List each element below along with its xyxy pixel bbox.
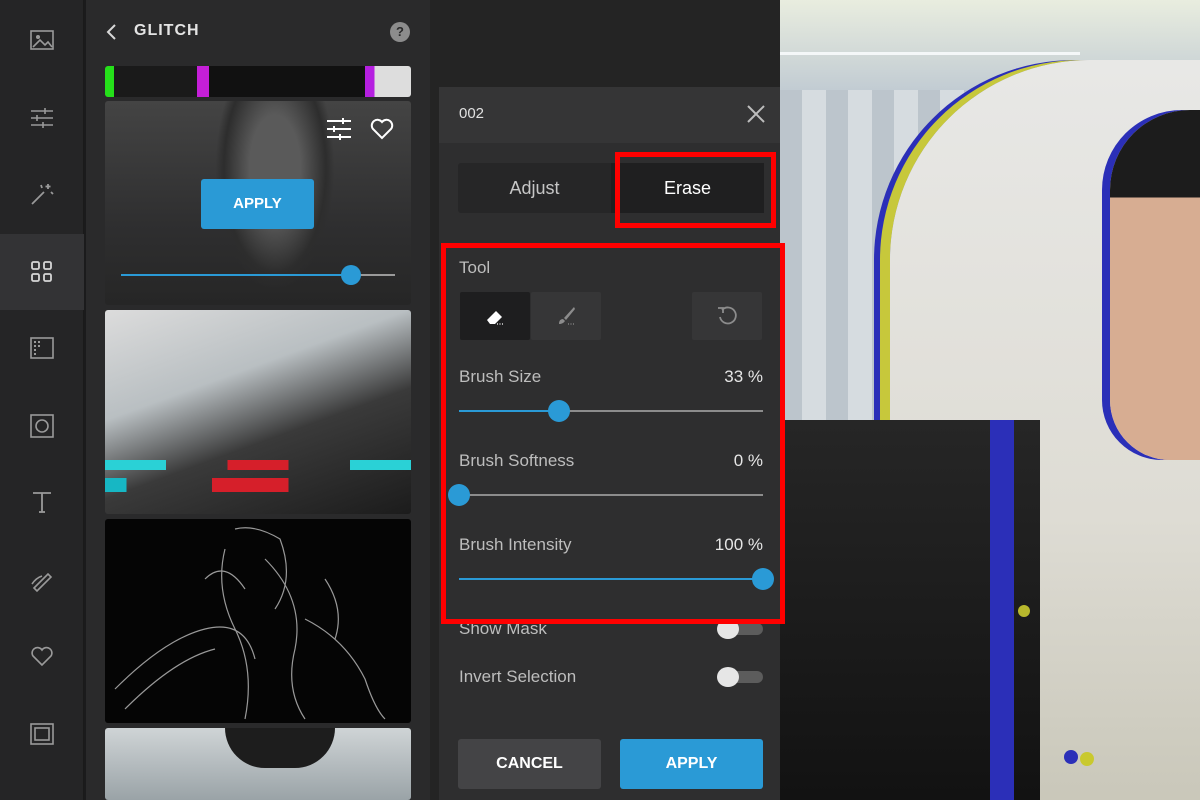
slider-knob[interactable]: [341, 265, 361, 285]
slider-knob[interactable]: [448, 484, 470, 506]
photo-button: [1018, 605, 1030, 617]
toggle-knob: [717, 619, 739, 639]
sliders-icon: [31, 108, 53, 128]
rail-item-frame[interactable]: [0, 388, 84, 464]
photo-button: [1080, 752, 1094, 766]
effect-thumbnail[interactable]: [105, 728, 411, 800]
effects-header: GLITCH ?: [86, 0, 430, 64]
thumbnail-image: [105, 460, 411, 470]
slider-fill: [459, 410, 559, 412]
effect-thumbnail[interactable]: [105, 310, 411, 514]
eraser-tool-button[interactable]: [460, 292, 530, 340]
app-root: GLITCH ? APPLY 002 Adjust Erase Tool Bru…: [0, 0, 1200, 800]
brush-tool-button[interactable]: [531, 292, 601, 340]
show-mask-toggle[interactable]: [717, 619, 763, 639]
tool-label: Tool: [459, 258, 491, 277]
slider-label-brush-size: Brush Size: [459, 367, 542, 386]
rail-item-adjust[interactable]: [0, 80, 84, 156]
effect-intensity-slider[interactable]: [121, 265, 395, 285]
text-icon: [33, 492, 51, 513]
photo-button: [1064, 750, 1078, 764]
slider-label-brush-intensity: Brush Intensity: [459, 535, 572, 554]
rail-item-border[interactable]: [0, 696, 84, 772]
border-icon: [30, 723, 54, 745]
image-icon: [30, 30, 54, 50]
thumbnail-image: [114, 527, 386, 720]
apply-button[interactable]: APPLY: [620, 739, 763, 789]
rail-item-magic[interactable]: [0, 156, 84, 232]
eraser-icon: [487, 311, 504, 325]
thumbnail-image: [105, 478, 411, 492]
photo-subject-face: [1110, 110, 1200, 460]
slider-knob[interactable]: [548, 400, 570, 422]
brush-softness-slider[interactable]: [448, 484, 763, 506]
effects-category-title: GLITCH: [134, 22, 200, 39]
rail-item-texture[interactable]: [0, 310, 84, 386]
tune-icon[interactable]: [325, 117, 353, 141]
slider-fill: [121, 274, 351, 276]
invert-selection-label: Invert Selection: [459, 667, 577, 686]
close-icon[interactable]: [745, 103, 767, 125]
tool-rail: [0, 0, 84, 800]
glitch-line: [780, 52, 1080, 55]
help-icon[interactable]: ?: [390, 22, 410, 42]
undo-icon: [718, 306, 737, 325]
rail-item-favorites[interactable]: [0, 618, 84, 694]
effect-thumbnail[interactable]: [105, 66, 411, 97]
effect-properties-panel: 002 Adjust Erase Tool Brush Size 33 % Br…: [439, 87, 783, 800]
slider-knob[interactable]: [752, 568, 774, 590]
cancel-button[interactable]: CANCEL: [458, 739, 601, 789]
effect-thumbnail[interactable]: [105, 519, 411, 723]
rail-item-effects[interactable]: [0, 234, 84, 310]
show-mask-label: Show Mask: [459, 619, 547, 638]
effects-panel: GLITCH ? APPLY: [86, 0, 430, 800]
slider-value-brush-softness: 0 %: [733, 451, 763, 470]
reset-tool-button[interactable]: [692, 292, 762, 340]
photo-canvas[interactable]: [780, 0, 1200, 800]
slider-track: [459, 494, 763, 496]
photo-glitch-stripe: [990, 420, 1014, 800]
rail-item-image[interactable]: [0, 2, 84, 78]
favorite-heart-icon[interactable]: [369, 117, 395, 141]
texture-icon: [30, 337, 54, 359]
tab-erase[interactable]: Erase: [611, 163, 764, 213]
back-chevron-icon[interactable]: [102, 22, 122, 42]
slider-value-brush-intensity: 100 %: [714, 535, 763, 554]
slider-fill: [459, 578, 763, 580]
thumbnail-image: [225, 728, 335, 768]
toggle-knob: [717, 667, 739, 687]
magic-wand-icon: [31, 184, 54, 205]
slider-label-brush-softness: Brush Softness: [459, 451, 575, 470]
rail-item-draw[interactable]: [0, 542, 84, 618]
brush-size-slider[interactable]: [459, 400, 763, 422]
thumbnail-apply-button[interactable]: APPLY: [201, 179, 314, 229]
brush-intensity-slider[interactable]: [459, 568, 774, 590]
mode-tabs: Adjust Erase: [458, 163, 764, 213]
effect-name: 002: [459, 105, 485, 122]
heart-icon: [31, 646, 53, 667]
effects-grid-icon: [31, 261, 52, 282]
properties-header: 002: [439, 87, 783, 143]
invert-selection-toggle[interactable]: [717, 667, 763, 687]
tab-adjust[interactable]: Adjust: [458, 163, 611, 213]
slider-value-brush-size: 33 %: [724, 367, 763, 386]
brush-icon: [559, 307, 575, 325]
rail-item-text[interactable]: [0, 464, 84, 540]
frame-icon: [30, 414, 54, 438]
effect-thumbnail-selected[interactable]: APPLY: [105, 101, 411, 305]
draw-icon: [31, 572, 53, 593]
